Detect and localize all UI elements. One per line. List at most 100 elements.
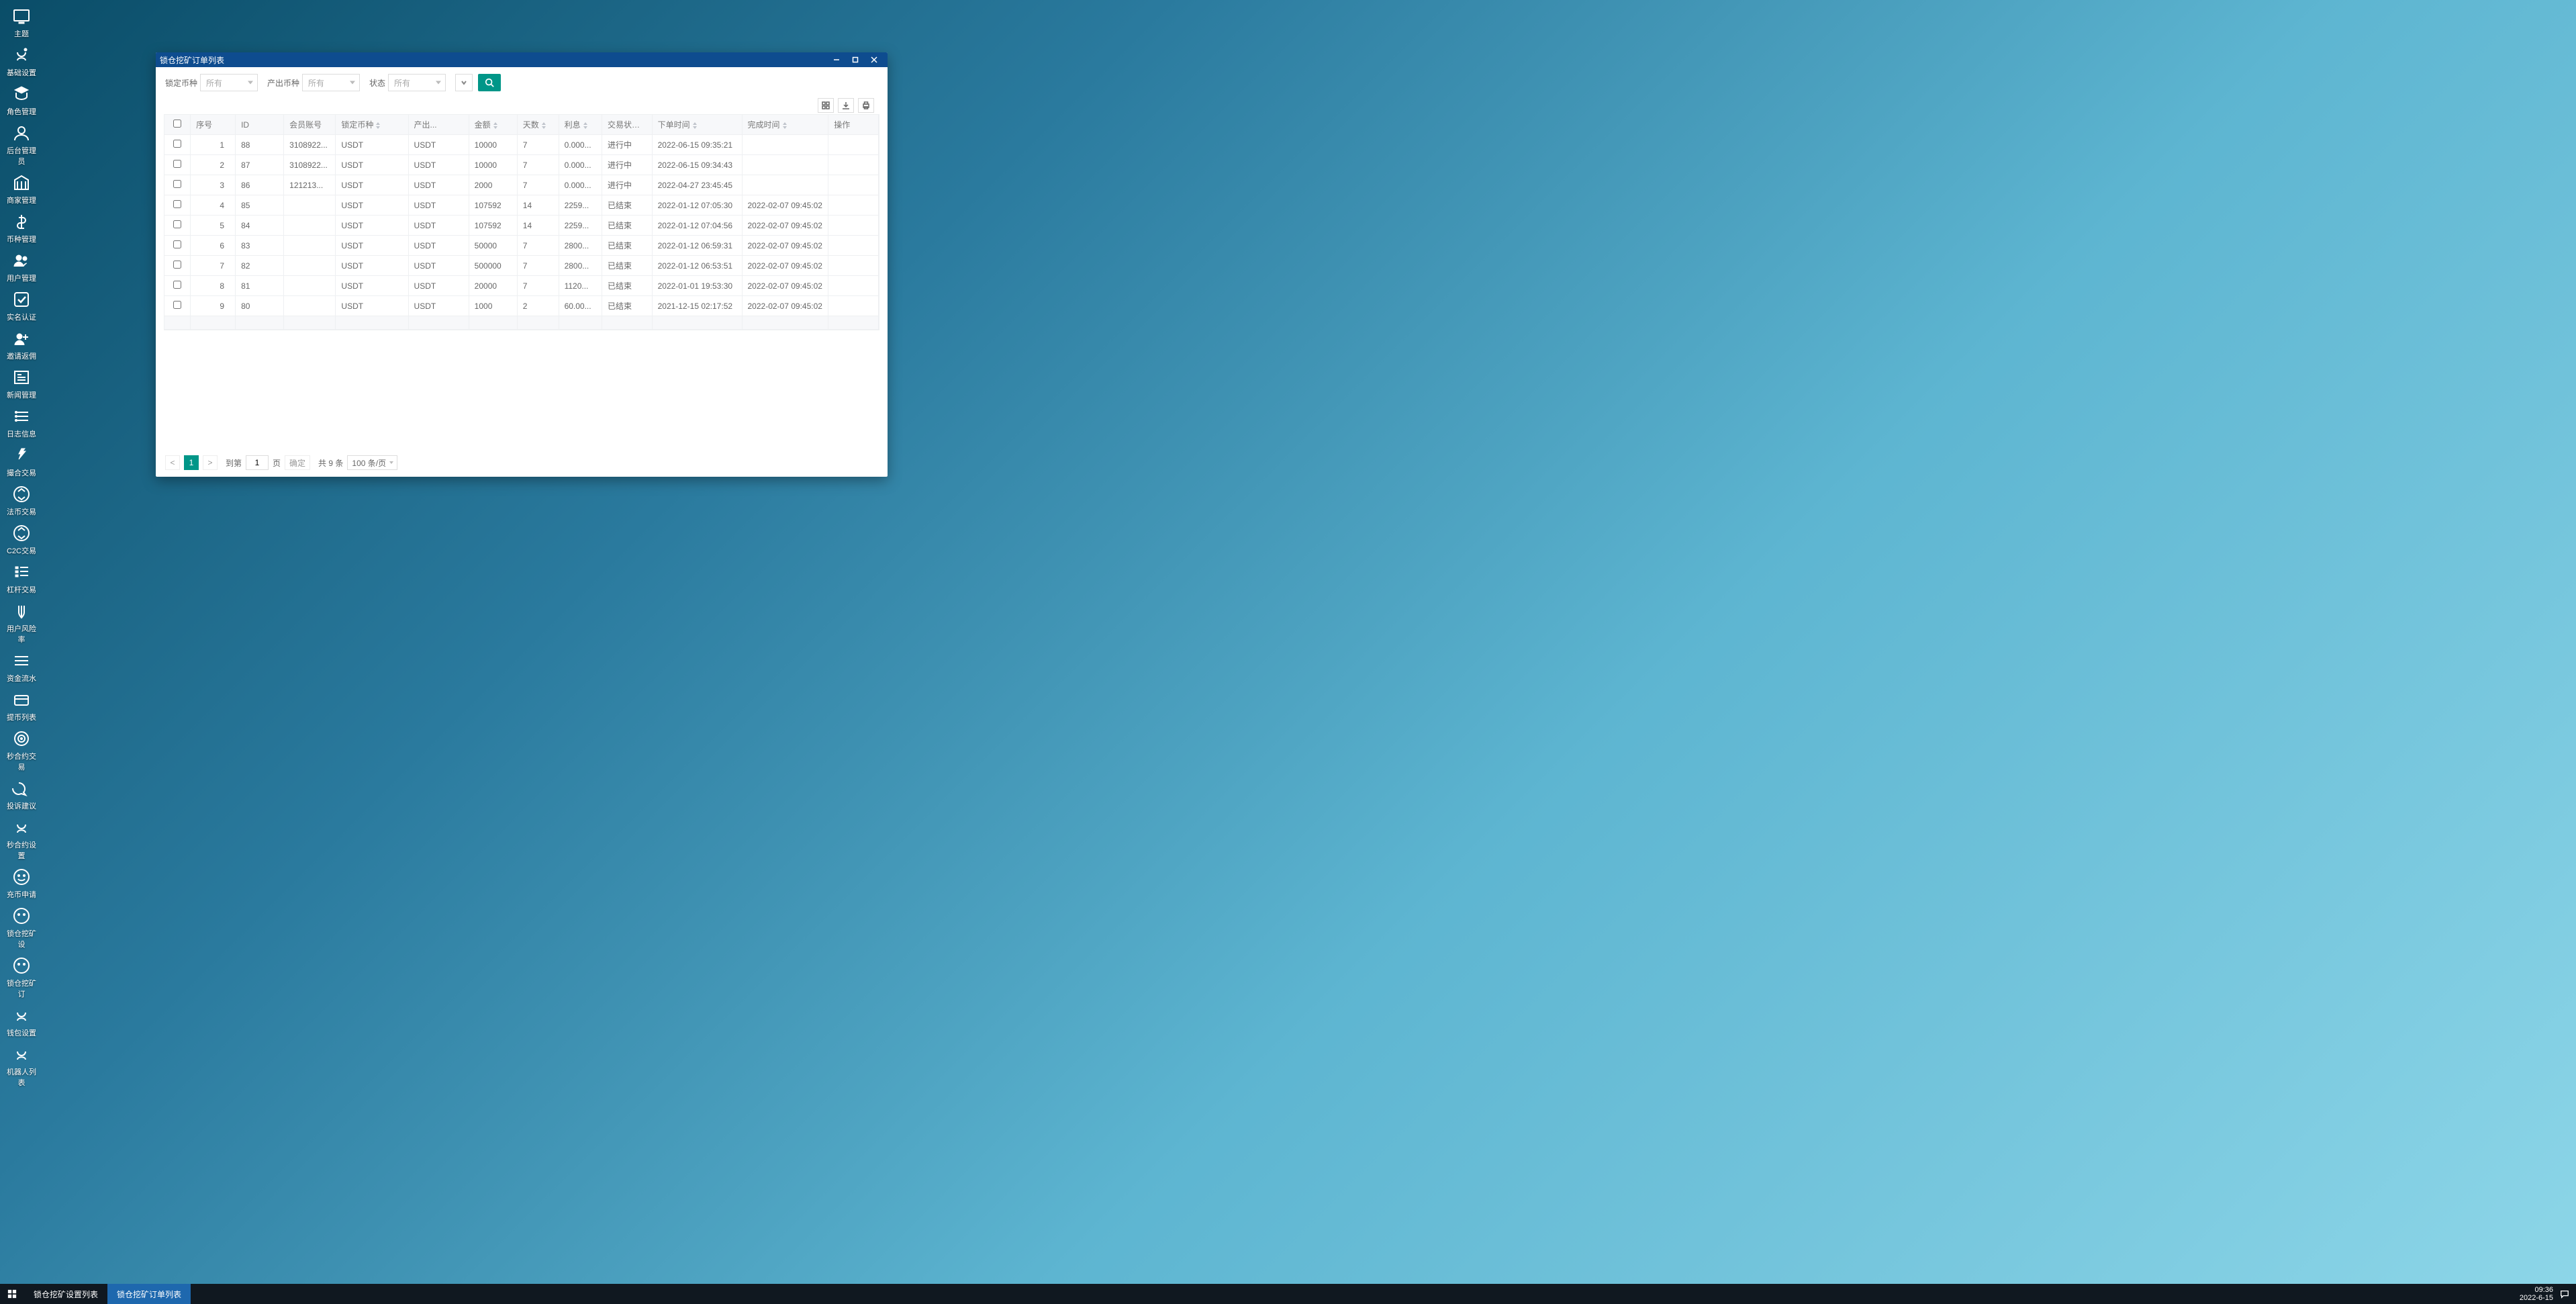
row-checkbox[interactable] [173, 261, 181, 269]
col-interest[interactable]: 利息 [559, 115, 602, 135]
cell-seq: 9 [191, 296, 236, 316]
cell-out-coin: USDT [408, 216, 469, 236]
desktop-icon-label: 杠杆交易 [4, 584, 39, 595]
columns-button[interactable] [818, 98, 834, 113]
row-checkbox[interactable] [173, 240, 181, 248]
row-checkbox[interactable] [173, 200, 181, 208]
desktop-icon-lock-mining-setting[interactable]: 锁仓挖矿设 [4, 906, 39, 949]
row-checkbox[interactable] [173, 220, 181, 228]
col-days[interactable]: 天数 [517, 115, 559, 135]
matching-trade-icon [12, 446, 31, 465]
cell-days: 14 [517, 216, 559, 236]
pager-goto-input[interactable] [246, 455, 269, 470]
col-member[interactable]: 会员账号 [284, 115, 336, 135]
table-row[interactable]: 980USDTUSDT1000260.00...已结束2021-12-15 02… [164, 296, 879, 316]
pager-page-1[interactable]: 1 [184, 455, 199, 470]
row-checkbox[interactable] [173, 301, 181, 309]
pager-confirm-button[interactable]: 确定 [285, 455, 310, 470]
desktop-icon-fiat-trade[interactable]: 法币交易 [4, 485, 39, 517]
row-checkbox[interactable] [173, 140, 181, 148]
cell-order-time: 2022-01-12 06:53:51 [652, 256, 742, 276]
desktop-icon-robot-list[interactable]: 机器人列表 [4, 1045, 39, 1088]
filter-status-select[interactable]: 所有 [388, 74, 446, 91]
start-button[interactable] [0, 1284, 24, 1304]
desktop-icon-user-management[interactable]: 用户管理 [4, 251, 39, 283]
desktop-icon-fund-flow[interactable]: 资金流水 [4, 651, 39, 684]
cell-amount: 107592 [469, 195, 517, 216]
pager-next[interactable]: > [203, 455, 218, 470]
desktop-icon-user-risk-rate[interactable]: 用户风险率 [4, 602, 39, 645]
pager-prev[interactable]: < [165, 455, 180, 470]
desktop-icon-news-management[interactable]: 新闻管理 [4, 368, 39, 400]
cell-amount: 2000 [469, 175, 517, 195]
desktop-icon-merchant-management[interactable]: 商家管理 [4, 173, 39, 205]
desktop-icon-deposit-apply[interactable]: 充币申请 [4, 868, 39, 900]
search-button[interactable] [478, 74, 501, 91]
desktop-icon-withdraw-list[interactable]: 提币列表 [4, 690, 39, 723]
table-row[interactable]: 683USDTUSDT5000072800...已结束2022-01-12 06… [164, 236, 879, 256]
table-row[interactable]: 1883108922...USDTUSDT1000070.000...进行中20… [164, 135, 879, 155]
col-status[interactable]: 交易状态... [602, 115, 652, 135]
taskbar-clock[interactable]: 09:36 2022-6-15 [2520, 1286, 2553, 1302]
desktop-icon-coin-management[interactable]: 币种管理 [4, 212, 39, 244]
print-button[interactable] [858, 98, 874, 113]
desktop-icon-lock-mining-order[interactable]: 锁仓挖矿订 [4, 956, 39, 999]
filter-more-button[interactable] [455, 74, 473, 91]
col-out-coin[interactable]: 产出... [408, 115, 469, 135]
desktop-icon-leverage-trade[interactable]: 杠杆交易 [4, 563, 39, 595]
col-order-time[interactable]: 下单时间 [652, 115, 742, 135]
desktop-icon-real-name-auth[interactable]: 实名认证 [4, 290, 39, 322]
desktop-icon-invite-rebate[interactable]: 邀请返佣 [4, 329, 39, 361]
complaint-suggestion-icon [12, 779, 31, 798]
export-button[interactable] [838, 98, 854, 113]
col-id[interactable]: ID [236, 115, 284, 135]
desktop-icon-c2c-trade[interactable]: C2C交易 [4, 524, 39, 556]
taskbar-task-mining-setting[interactable]: 锁仓挖矿设置列表 [24, 1284, 107, 1304]
table-row[interactable]: 485USDTUSDT107592142259...已结束2022-01-12 … [164, 195, 879, 216]
cell-interest: 2800... [559, 256, 602, 276]
filter-out-coin-select[interactable]: 所有 [302, 74, 360, 91]
desktop-icon-label: 钱包设置 [4, 1027, 39, 1038]
col-amount[interactable]: 金额 [469, 115, 517, 135]
cell-member [284, 195, 336, 216]
basic-settings-icon [12, 46, 31, 64]
desktop-icon-theme[interactable]: 主题 [4, 7, 39, 39]
pager-size-select[interactable]: 100 条/页 [347, 455, 397, 470]
desktop-icon-matching-trade[interactable]: 撮合交易 [4, 446, 39, 478]
desktop-icon-basic-settings[interactable]: 基础设置 [4, 46, 39, 78]
desktop-icon-label: 秒合约交易 [4, 751, 39, 772]
cell-status: 已结束 [602, 296, 652, 316]
row-checkbox[interactable] [173, 160, 181, 168]
cell-id: 83 [236, 236, 284, 256]
filter-lock-coin-select[interactable]: 所有 [200, 74, 258, 91]
cell-lock-coin: USDT [336, 195, 408, 216]
table-row[interactable]: 2873108922...USDTUSDT1000070.000...进行中20… [164, 155, 879, 175]
row-checkbox[interactable] [173, 281, 181, 289]
desktop-icon-second-contract-setting[interactable]: 秒合约设置 [4, 818, 39, 861]
table-row[interactable]: 782USDTUSDT50000072800...已结束2022-01-12 0… [164, 256, 879, 276]
col-seq[interactable]: 序号 [191, 115, 236, 135]
tray-chat-icon[interactable] [2560, 1289, 2569, 1299]
col-finish-time[interactable]: 完成时间 [742, 115, 828, 135]
table-row[interactable]: 386121213...USDTUSDT200070.000...进行中2022… [164, 175, 879, 195]
maximize-button[interactable] [846, 52, 865, 67]
minimize-button[interactable] [827, 52, 846, 67]
row-checkbox[interactable] [173, 180, 181, 188]
col-lock-coin[interactable]: 锁定币种 [336, 115, 408, 135]
select-all-checkbox[interactable] [173, 120, 181, 128]
table-row[interactable]: 584USDTUSDT107592142259...已结束2022-01-12 … [164, 216, 879, 236]
desktop-icon-backend-admin[interactable]: 后台管理员 [4, 124, 39, 167]
close-button[interactable] [865, 52, 884, 67]
taskbar-task-mining-orders[interactable]: 锁仓挖矿订单列表 [107, 1284, 191, 1304]
desktop-icon-second-contract-trade[interactable]: 秒合约交易 [4, 729, 39, 772]
desktop-icon-log-info[interactable]: 日志信息 [4, 407, 39, 439]
select-all-header[interactable] [164, 115, 191, 135]
desktop-icon-label: 实名认证 [4, 312, 39, 322]
desktop-icon-role-management[interactable]: 角色管理 [4, 85, 39, 117]
cell-lock-coin: USDT [336, 236, 408, 256]
cell-status: 已结束 [602, 195, 652, 216]
desktop-icon-complaint-suggestion[interactable]: 投诉建议 [4, 779, 39, 811]
titlebar[interactable]: 锁仓挖矿订单列表 [156, 52, 888, 67]
table-row[interactable]: 881USDTUSDT2000071120...已结束2022-01-01 19… [164, 276, 879, 296]
desktop-icon-wallet-setting[interactable]: 钱包设置 [4, 1006, 39, 1038]
